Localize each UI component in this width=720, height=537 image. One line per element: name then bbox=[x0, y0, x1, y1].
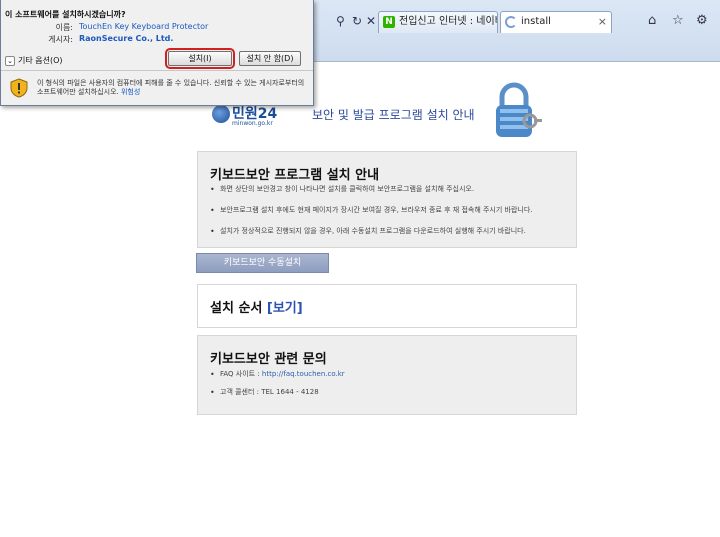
minwon24-logo: 민원24 minwon.go.kr bbox=[210, 103, 282, 131]
logo-emblem-icon bbox=[212, 105, 230, 123]
install-order-heading: 설치 순서 [보기] bbox=[210, 301, 303, 316]
loading-icon bbox=[505, 16, 517, 28]
name-label: 이름: bbox=[55, 23, 73, 32]
refresh-icon[interactable]: ↻ bbox=[352, 14, 362, 28]
page-title: 보안 및 발급 프로그램 설치 안내 bbox=[312, 108, 475, 122]
install-guide-box: 키보드보안 프로그램 설치 안내 화면 상단의 보안경고 창이 나타나면 설치를… bbox=[197, 151, 577, 248]
install-guide-heading: 키보드보안 프로그램 설치 안내 bbox=[210, 168, 380, 183]
tab-naver[interactable]: N 전입신고 인터넷 : 네이버 통합... bbox=[378, 11, 498, 33]
security-warning-dialog: 이 소프트웨어를 설치하시겠습니까? 이름: TouchEn Key Keybo… bbox=[0, 0, 314, 106]
install-order-box: 설치 순서 [보기] bbox=[197, 284, 577, 328]
install-guide-list: 화면 상단의 보안경고 창이 나타나면 설치를 클릭하여 보안프로그램을 설치해… bbox=[210, 185, 566, 248]
faq-link[interactable]: http://faq.touchen.co.kr bbox=[262, 370, 345, 378]
page-content: 민원24 minwon.go.kr 보안 및 발급 프로그램 설치 안내 키보드… bbox=[0, 63, 720, 537]
tab-install[interactable]: install × bbox=[500, 11, 612, 33]
list-item: 보안프로그램 설치 후에도 현재 페이지가 장시간 보여질 경우, 브라우저 종… bbox=[210, 206, 566, 215]
dialog-question: 이 소프트웨어를 설치하시겠습니까? bbox=[5, 10, 126, 19]
warning-text: 이 형식의 파일은 사용자의 컴퓨터에 피해를 줄 수 있습니다. 신뢰할 수 … bbox=[37, 79, 305, 96]
close-tab-icon[interactable]: × bbox=[598, 12, 607, 32]
inquiry-list: FAQ 사이트 : http://faq.touchen.co.kr 고객 콜센… bbox=[210, 370, 566, 409]
publisher-label: 게시자: bbox=[48, 35, 73, 44]
dont-install-button[interactable]: 설치 안 함(D) bbox=[239, 51, 301, 66]
publisher-link[interactable]: RaonSecure Co., Ltd. bbox=[79, 34, 173, 43]
chevron-down-icon: ⌄ bbox=[5, 56, 15, 66]
divider bbox=[1, 70, 313, 71]
install-button[interactable]: 설치(I) bbox=[165, 48, 235, 69]
inquiry-heading: 키보드보안 관련 문의 bbox=[210, 352, 327, 367]
software-name-link[interactable]: TouchEn Key Keyboard Protector bbox=[79, 22, 208, 31]
shield-warning-icon bbox=[10, 78, 28, 98]
risk-link[interactable]: 위험성 bbox=[121, 88, 140, 96]
naver-icon: N bbox=[383, 16, 395, 28]
list-item: FAQ 사이트 : http://faq.touchen.co.kr bbox=[210, 370, 566, 379]
more-options-button[interactable]: ⌄ 기타 옵션(O) bbox=[5, 55, 63, 66]
gear-icon[interactable]: ⚙ bbox=[696, 13, 708, 28]
manual-install-button[interactable]: 키보드보안 수동설치 bbox=[196, 253, 329, 273]
search-icon[interactable]: ⚲ bbox=[336, 14, 345, 28]
home-icon[interactable]: ⌂ bbox=[648, 13, 656, 28]
inquiry-box: 키보드보안 관련 문의 FAQ 사이트 : http://faq.touchen… bbox=[197, 335, 577, 415]
list-item: 화면 상단의 보안경고 창이 나타나면 설치를 클릭하여 보안프로그램을 설치해… bbox=[210, 185, 566, 194]
list-item: 고객 콜센터 : TEL 1644 - 4128 bbox=[210, 388, 566, 397]
view-link[interactable]: [보기] bbox=[267, 301, 303, 316]
favorites-icon[interactable]: ☆ bbox=[672, 13, 684, 28]
stop-icon[interactable]: ✕ bbox=[366, 14, 376, 28]
list-item: 설치가 정상적으로 진행되지 않을 경우, 아래 수동설치 프로그램을 다운로드… bbox=[210, 227, 566, 236]
padlock-key-icon bbox=[496, 82, 542, 137]
